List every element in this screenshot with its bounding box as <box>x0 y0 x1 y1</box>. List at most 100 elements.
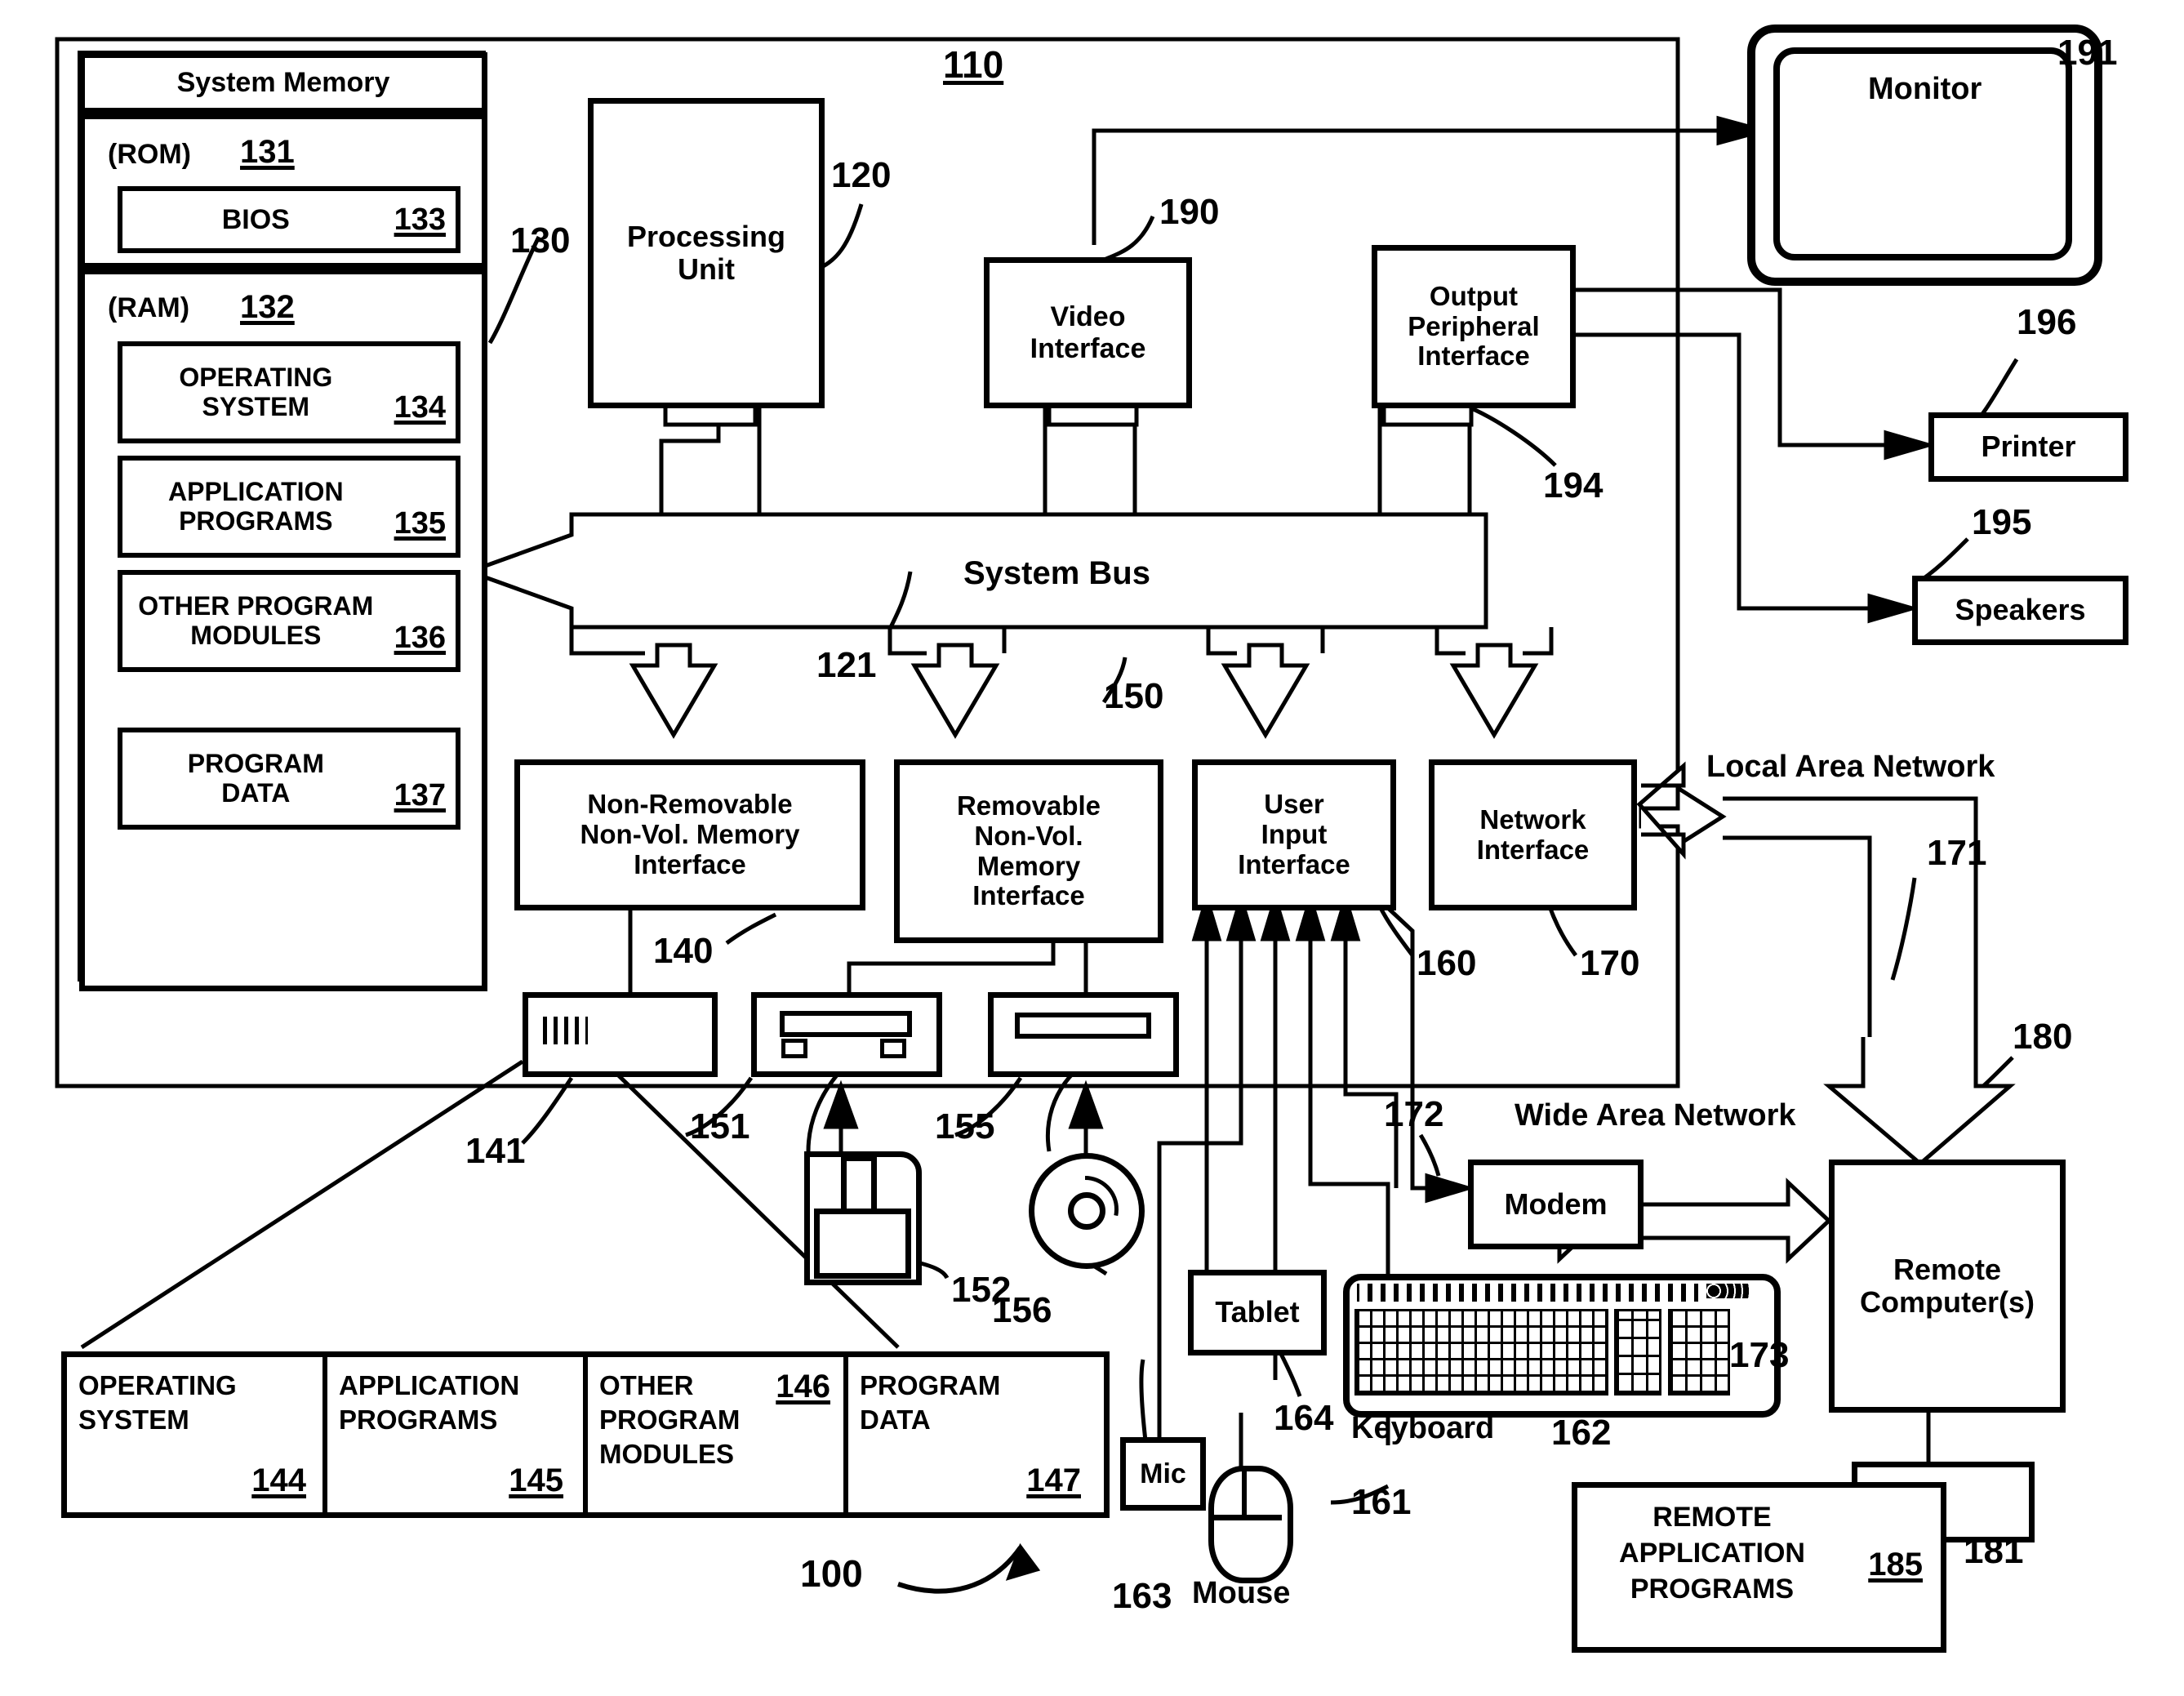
figure-ref-100: 100 <box>800 1552 863 1595</box>
floppy-disk-shutter <box>841 1155 877 1214</box>
rom-ref: 131 <box>240 134 295 170</box>
rom-section: (ROM) 131 BIOS 133 <box>79 114 487 269</box>
tablet-ref-164: 164 <box>1274 1398 1334 1438</box>
remote-apps-line3: PROGRAMS <box>1630 1574 1795 1605</box>
hdd-cell-line1: APPLICATION <box>339 1370 520 1400</box>
ram-item-label: OPERATING SYSTEM <box>179 362 333 421</box>
monitor-label: Monitor <box>1868 72 1982 106</box>
system-memory-ref-130: 130 <box>510 220 571 260</box>
system-memory-container: System Memory (ROM) 131 BIOS 133 (RAM) 1… <box>78 51 487 991</box>
user-input-interface-box: User Input Interface <box>1192 759 1396 910</box>
computer-ref-110: 110 <box>943 43 1004 86</box>
processing-unit-box: Processing Unit <box>588 98 825 408</box>
removable-memory-interface-ref-150: 150 <box>1104 676 1164 716</box>
ram-item-label: APPLICATION PROGRAMS <box>168 476 344 536</box>
ram-item-ref: 135 <box>394 506 446 541</box>
ram-item-ref: 136 <box>394 621 446 656</box>
mic-label: Mic <box>1140 1458 1186 1489</box>
mic-ref-163: 163 <box>1112 1576 1172 1616</box>
non-removable-memory-interface-box: Non-Removable Non-Vol. Memory Interface <box>514 759 865 910</box>
keyboard-led-indicators <box>1706 1284 1749 1298</box>
floppy-drive-button-right <box>880 1039 906 1058</box>
optical-drive-ref-155: 155 <box>935 1106 995 1146</box>
floppy-drive-ref-151: 151 <box>690 1106 750 1146</box>
hdd-cell-line2: PROGRAM <box>599 1404 741 1436</box>
mouse-ref-161: 161 <box>1351 1482 1412 1522</box>
network-interface-box: Network Interface <box>1429 759 1637 910</box>
network-interface-ref-170: 170 <box>1580 943 1640 983</box>
remote-application-programs-box: REMOTE APPLICATION PROGRAMS 185 <box>1572 1482 1946 1653</box>
tablet-box: Tablet <box>1188 1270 1327 1355</box>
remote-apps-line2: APPLICATION <box>1619 1538 1805 1569</box>
remote-apps-ref-185: 185 <box>1868 1547 1923 1582</box>
modem-ref-172: 172 <box>1384 1094 1444 1134</box>
wide-area-network-label: Wide Area Network <box>1515 1098 1796 1133</box>
non-removable-memory-interface-ref-140: 140 <box>653 931 714 971</box>
mouse-button-divider <box>1208 1515 1282 1520</box>
remote-computer-ref-180: 180 <box>2013 1017 2073 1057</box>
floppy-disk-label-area <box>814 1209 911 1279</box>
floppy-drive-slot <box>780 1011 912 1037</box>
hdd-cell-line1: OPERATING <box>78 1370 237 1400</box>
ram-item-ref: 134 <box>394 390 446 425</box>
remote-computer-box: Remote Computer(s) <box>1829 1160 2066 1413</box>
hdd-cell-line2: SYSTEM <box>78 1404 189 1436</box>
keyboard-function-row <box>1357 1284 1698 1302</box>
monitor-ref-191: 191 <box>2057 33 2118 73</box>
speakers-ref-195: 195 <box>1972 502 2032 542</box>
processing-unit-ref-120: 120 <box>831 155 892 195</box>
removable-memory-interface-box: Removable Non-Vol. Memory Interface <box>894 759 1163 943</box>
printer-box: Printer <box>1928 412 2128 482</box>
hdd-cell-ref-144: 144 <box>251 1462 306 1498</box>
ram-item-operating-system: OPERATING SYSTEM 134 <box>118 341 460 443</box>
hdd-cell-ref-146: 146 <box>776 1369 830 1404</box>
local-area-network-ref-171: 171 <box>1927 833 1987 873</box>
user-input-interface-label: User Input Interface <box>1238 789 1350 879</box>
modem-label: Modem <box>1504 1186 1608 1221</box>
ram-item-application-programs: APPLICATION PROGRAMS 135 <box>118 456 460 558</box>
keyboard-nav-cluster <box>1614 1309 1661 1396</box>
wide-area-network-ref-173: 173 <box>1729 1335 1790 1375</box>
system-bus-ref-121: 121 <box>816 645 877 685</box>
modem-box: Modem <box>1468 1160 1644 1249</box>
speakers-label: Speakers <box>1955 593 2086 627</box>
remote-computer-label: Remote Computer(s) <box>1860 1252 2035 1319</box>
video-interface-ref-190: 190 <box>1159 192 1220 232</box>
hdd-cell-line3: MODULES <box>599 1439 734 1470</box>
bios-label: BIOS <box>221 203 290 235</box>
ram-item-ref: 137 <box>394 778 446 813</box>
remote-apps-line1: REMOTE <box>1652 1502 1772 1533</box>
hard-drive-vents <box>543 1017 588 1044</box>
hdd-cell-operating-system: OPERATING SYSTEM 144 <box>67 1357 327 1512</box>
keyboard-ref-162: 162 <box>1551 1413 1612 1453</box>
printer-label: Printer <box>1981 430 2076 464</box>
ram-item-label: PROGRAM DATA <box>187 748 324 808</box>
system-bus-label: System Bus <box>963 555 1150 591</box>
hdd-cell-line2: DATA <box>860 1404 931 1436</box>
hdd-cell-program-data: PROGRAM DATA 147 <box>848 1357 1104 1512</box>
bios-ref: 133 <box>394 202 446 237</box>
keyboard-numpad <box>1668 1309 1730 1396</box>
output-peripheral-interface-box: Output Peripheral Interface <box>1372 245 1576 408</box>
hdd-cell-application-programs: APPLICATION PROGRAMS 145 <box>327 1357 588 1512</box>
non-removable-memory-interface-label: Non-Removable Non-Vol. Memory Interface <box>580 789 800 879</box>
hdd-cell-other-program-modules: OTHER PROGRAM MODULES 146 <box>588 1357 848 1512</box>
video-interface-box: Video Interface <box>984 257 1192 408</box>
system-memory-title: System Memory <box>176 67 390 99</box>
mic-box: Mic <box>1120 1437 1206 1511</box>
network-interface-label: Network Interface <box>1476 803 1590 865</box>
system-memory-title-box: System Memory <box>79 52 487 114</box>
patent-figure-computing-system: System Memory (ROM) 131 BIOS 133 (RAM) 1… <box>0 0 2184 1696</box>
hdd-cell-line1: OTHER <box>599 1370 694 1400</box>
keyboard-main-keys <box>1354 1309 1608 1396</box>
bios-box: BIOS 133 <box>118 186 460 253</box>
ram-label: (RAM) <box>108 292 190 323</box>
optical-drive-slot <box>1015 1013 1151 1039</box>
output-peripheral-interface-label: Output Peripheral Interface <box>1408 280 1540 372</box>
mouse-icon <box>1208 1466 1293 1583</box>
hdd-contents-table: OPERATING SYSTEM 144 APPLICATION PROGRAM… <box>61 1351 1110 1518</box>
keyboard-label: Keyboard <box>1351 1411 1495 1445</box>
mouse-label: Mouse <box>1192 1576 1291 1610</box>
speakers-box: Speakers <box>1912 576 2128 645</box>
removable-memory-interface-label: Removable Non-Vol. Memory Interface <box>956 790 1101 911</box>
